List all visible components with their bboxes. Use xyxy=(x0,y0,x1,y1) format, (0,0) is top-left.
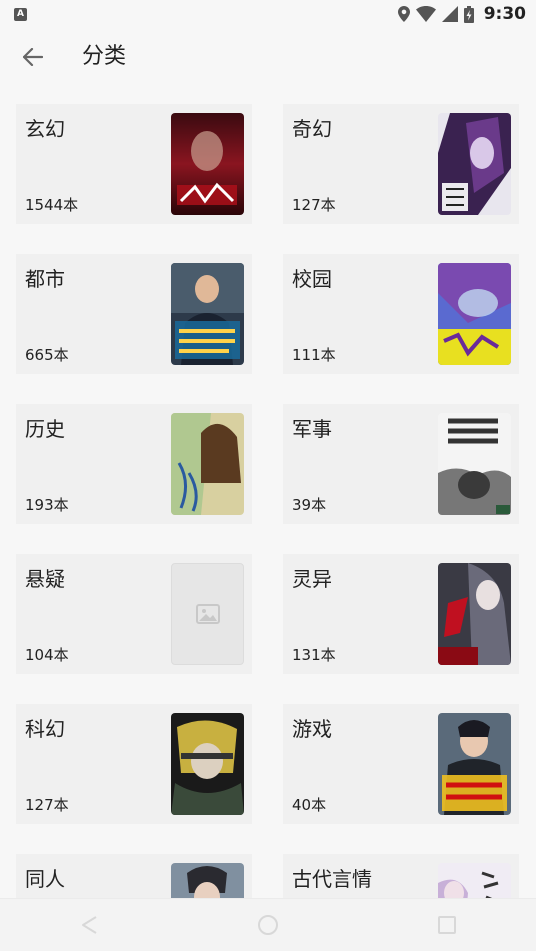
category-count: 193本 xyxy=(25,496,69,514)
book-cover-image xyxy=(171,263,244,365)
cover-placeholder xyxy=(171,563,244,665)
category-count: 665本 xyxy=(25,346,69,364)
category-card-youxi[interactable]: 游戏 40本 xyxy=(283,704,519,824)
category-count: 40本 xyxy=(292,796,327,814)
category-name: 奇幻 xyxy=(292,117,332,141)
category-card-junshi[interactable]: 军事 39本 xyxy=(283,404,519,524)
category-card-xuanyi[interactable]: 悬疑 104本 xyxy=(16,554,252,674)
status-bar: A 9:30 xyxy=(0,0,536,28)
category-card-gudaiyanqing[interactable]: 古代言情 xyxy=(283,854,519,898)
page-title: 分类 xyxy=(82,44,127,69)
category-name: 同人 xyxy=(25,867,65,891)
book-cover-image xyxy=(171,713,244,815)
category-card-xuanhuan[interactable]: 玄幻 1544本 xyxy=(16,104,252,224)
category-name: 校园 xyxy=(292,267,332,291)
category-count: 1544本 xyxy=(25,196,79,214)
category-name: 都市 xyxy=(25,267,65,291)
category-card-dushi[interactable]: 都市 665本 xyxy=(16,254,252,374)
category-count: 39本 xyxy=(292,496,327,514)
category-name: 军事 xyxy=(292,417,332,441)
app-bar: 分类 xyxy=(0,28,536,86)
book-cover-image xyxy=(438,413,511,515)
nav-recents-button[interactable] xyxy=(417,905,477,945)
back-button[interactable] xyxy=(14,38,52,76)
category-name: 古代言情 xyxy=(292,867,372,891)
book-cover-image xyxy=(171,113,244,215)
category-card-xiaoyuan[interactable]: 校园 111本 xyxy=(283,254,519,374)
book-cover-image xyxy=(438,863,511,898)
category-count: 111本 xyxy=(292,346,336,364)
location-icon xyxy=(397,6,410,22)
book-cover-image xyxy=(438,713,511,815)
arrow-left-icon xyxy=(23,48,43,66)
category-card-lishi[interactable]: 历史 193本 xyxy=(16,404,252,524)
category-name: 玄幻 xyxy=(25,117,65,141)
category-count: 131本 xyxy=(292,646,336,664)
triangle-back-icon xyxy=(82,916,97,934)
category-name: 灵异 xyxy=(292,567,332,591)
category-card-lingyi[interactable]: 灵异 131本 xyxy=(283,554,519,674)
category-grid: 玄幻 1544本 奇幻 127本 都市 665本 校园 111本 历史 193本… xyxy=(16,104,520,898)
status-time: 9:30 xyxy=(483,4,526,24)
category-name: 悬疑 xyxy=(25,567,65,591)
book-cover-image xyxy=(438,263,511,365)
notification-icon: A xyxy=(14,7,27,21)
wifi-icon xyxy=(415,6,436,22)
system-navigation-bar xyxy=(0,898,536,951)
signal-icon xyxy=(441,6,458,22)
book-cover-image xyxy=(171,413,244,515)
category-card-tongren[interactable]: 同人 xyxy=(16,854,252,898)
image-placeholder-icon xyxy=(195,604,220,624)
nav-back-button[interactable] xyxy=(59,905,119,945)
square-recents-icon xyxy=(437,916,456,934)
category-name: 历史 xyxy=(25,417,65,441)
category-name: 科幻 xyxy=(25,717,65,741)
category-card-qihuan[interactable]: 奇幻 127本 xyxy=(283,104,519,224)
book-cover-image xyxy=(438,563,511,665)
book-cover-image xyxy=(171,863,244,898)
category-card-kehuan[interactable]: 科幻 127本 xyxy=(16,704,252,824)
category-name: 游戏 xyxy=(292,717,332,741)
category-count: 127本 xyxy=(292,196,336,214)
category-count: 127本 xyxy=(25,796,69,814)
category-count: 104本 xyxy=(25,646,69,664)
nav-home-button[interactable] xyxy=(238,905,298,945)
circle-home-icon xyxy=(257,915,278,935)
battery-icon xyxy=(463,5,474,23)
book-cover-image xyxy=(438,113,511,215)
